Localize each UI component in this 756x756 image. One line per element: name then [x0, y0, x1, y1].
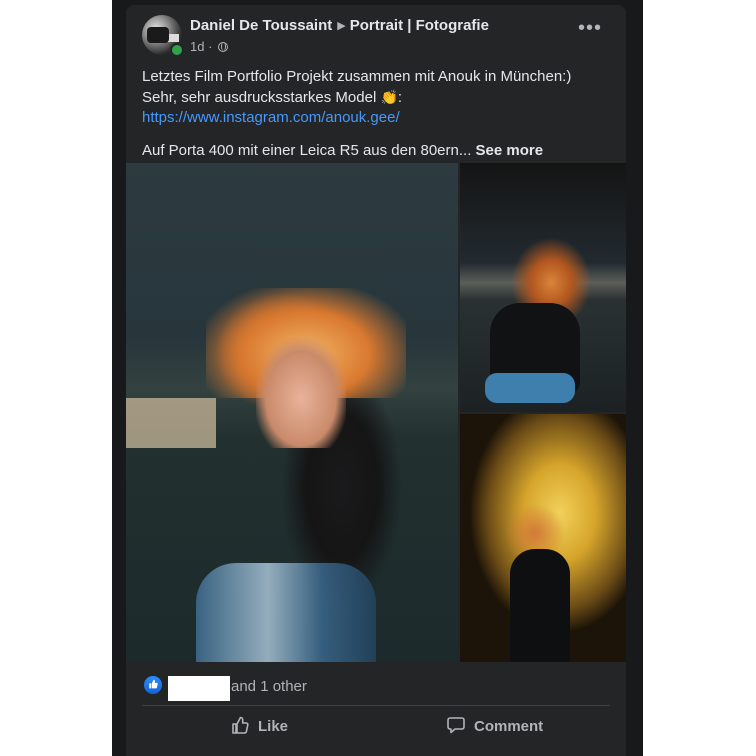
like-label: Like	[258, 718, 289, 735]
actions-divider	[142, 705, 610, 706]
photo-detail	[485, 373, 575, 403]
post-timestamp[interactable]: 1d	[190, 39, 204, 54]
globe-icon	[218, 42, 229, 52]
post-card: Daniel De Toussaint ▶ Portrait | Fotografi…	[126, 5, 626, 756]
post-text-line: Letztes Film Portfolio Projekt zusammen …	[142, 68, 572, 85]
post-photo-main[interactable]	[126, 163, 458, 662]
post-photo-bottom-right[interactable]	[460, 414, 626, 662]
meta-separator: ·	[208, 39, 213, 54]
comment-label: Comment	[474, 718, 544, 735]
right-caret-icon: ▶	[337, 20, 346, 32]
comment-bubble-icon	[447, 717, 465, 734]
online-status-dot	[170, 43, 184, 57]
author-name[interactable]: Daniel De Toussaint	[190, 17, 332, 34]
clapping-emoji: 👏	[380, 89, 398, 105]
photo-detail	[510, 549, 570, 662]
photo-detail	[256, 338, 346, 448]
thumbs-up-icon	[232, 716, 249, 734]
post-meta: 1d ·	[190, 39, 229, 54]
post-text: Letztes Film Portfolio Projekt zusammen …	[142, 67, 612, 161]
comment-button[interactable]: Comment	[446, 715, 543, 737]
group-name[interactable]: Portrait | Fotografie	[350, 17, 489, 34]
more-options-icon[interactable]: •••	[578, 18, 602, 38]
see-more-link[interactable]: See more	[476, 142, 544, 159]
post-text-line: Auf Porta 400 mit einer Leica R5 aus den…	[142, 141, 612, 161]
like-button[interactable]: Like	[230, 715, 288, 737]
reaction-summary[interactable]: and 1 other	[231, 678, 307, 695]
post-text-fragment: :	[397, 89, 403, 106]
post-photo-top-right[interactable]	[460, 163, 626, 412]
photo-detail	[126, 398, 216, 448]
photo-detail	[196, 563, 376, 662]
post-text-line: Sehr, sehr ausdrucksstarkes Model 👏:	[142, 87, 612, 108]
instagram-link[interactable]: https://www.instagram.com/anouk.gee/	[142, 108, 612, 128]
post-text-fragment: Auf Porta 400 mit einer Leica R5 aus den…	[142, 142, 472, 159]
post-header: Daniel De Toussaint ▶ Portrait | Fotografi…	[190, 17, 489, 34]
post-text-fragment: Sehr, sehr ausdrucksstarkes Model	[142, 89, 377, 106]
redacted-name	[168, 676, 230, 701]
thumbs-up-icon	[149, 679, 158, 689]
like-reaction-icon[interactable]	[144, 676, 162, 694]
